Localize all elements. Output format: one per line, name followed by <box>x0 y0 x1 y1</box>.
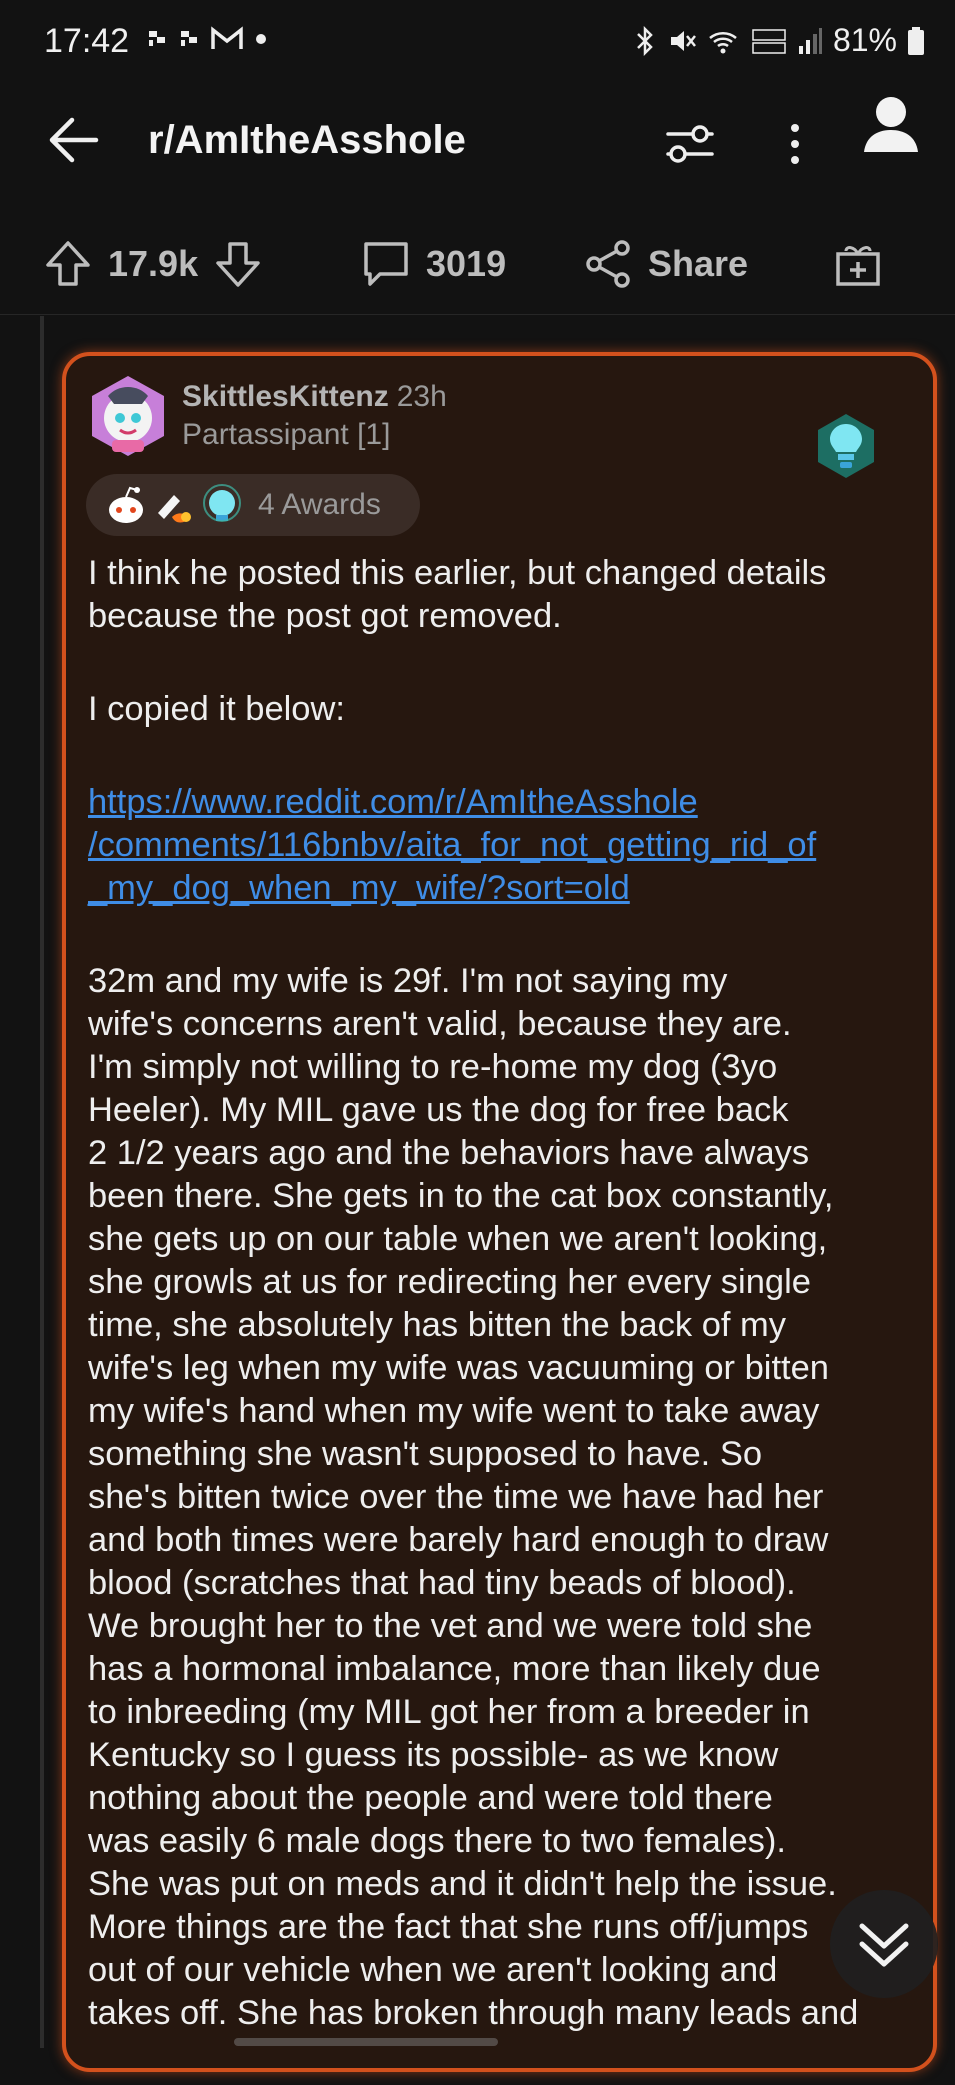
gmail-icon <box>211 26 243 49</box>
lightbulb-badge-icon <box>818 414 874 478</box>
battery-icon <box>908 26 924 55</box>
comment-age: 23h <box>396 380 447 413</box>
avatar[interactable] <box>86 374 170 458</box>
notification-icons <box>146 26 268 52</box>
profile-icon[interactable] <box>858 92 924 158</box>
text-line: something she wasn't supposed to have. S… <box>88 1435 763 1473</box>
text-line: to inbreeding (my MIL got her from a bre… <box>88 1693 810 1731</box>
highlighted-comment: SkittlesKittenz 23h Partassipant [1] 4 Aw… <box>62 352 937 2072</box>
link-line[interactable]: _my_dog_when_my_wife/?sort=old <box>88 867 918 910</box>
link-line[interactable]: https://www.reddit.com/r/AmItheAsshole <box>88 781 918 824</box>
text-line: 2 1/2 years ago and the behaviors have a… <box>88 1134 810 1172</box>
comments-button[interactable]: 3019 <box>360 238 506 290</box>
home-indicator <box>234 2038 498 2046</box>
text-line: time, she absolutely has bitten the back… <box>88 1306 787 1344</box>
text-line: out of our vehicle when we aren't lookin… <box>88 1951 778 1989</box>
filter-icon[interactable] <box>660 114 720 174</box>
text-line: wife's concerns aren't valid, because th… <box>88 1005 792 1043</box>
mute-icon <box>670 30 696 51</box>
status-time: 17:42 <box>44 22 130 60</box>
link-line[interactable]: /comments/116bnbv/aita_for_not_getting_r… <box>88 824 918 867</box>
chevron-double-down-icon <box>859 1923 909 1967</box>
awards-summary[interactable]: 4 Awards <box>86 474 420 536</box>
text-line: blood (scratches that had tiny beads of … <box>88 1564 796 1602</box>
text-line: has a hormonal imbalance, more than like… <box>88 1650 821 1688</box>
scroll-to-next-button[interactable] <box>830 1890 938 1998</box>
chat-icon <box>181 31 197 46</box>
wifi-6-icon <box>709 31 737 53</box>
text-line: been there. She gets in to the cat box c… <box>88 1177 834 1215</box>
chat-icon <box>149 31 165 46</box>
comment-body: I think he posted this earlier, but chan… <box>88 552 918 2085</box>
text-line: she's bitten twice over the time we have… <box>88 1478 824 1516</box>
thread-line <box>40 316 44 2048</box>
text-line: I copied it below: <box>88 690 345 728</box>
bluetooth-icon <box>637 25 653 56</box>
text-line: More things are the fact that she runs o… <box>88 1908 809 1946</box>
downvote-icon[interactable] <box>212 238 264 290</box>
vote-group: 17.9k <box>42 238 264 290</box>
text-line: I think he posted this earlier, but chan… <box>88 554 827 592</box>
battery-percent: 81% <box>832 22 897 58</box>
text-line: She was put on meds and it didn't help t… <box>88 1865 837 1903</box>
snoo-award-icon <box>109 486 143 523</box>
text-line: Heeler). My MIL gave us the dog for free… <box>88 1091 789 1129</box>
text-line: 32m and my wife is 29f. I'm not saying m… <box>88 962 728 1000</box>
volte-icon <box>752 28 786 54</box>
comment-count: 3019 <box>426 243 507 284</box>
back-arrow-icon[interactable] <box>44 110 104 170</box>
user-flair: Partassipant [1] <box>182 418 391 451</box>
text-line: because the post got removed. <box>88 597 562 635</box>
text-line: wife's leg when my wife was vacuuming or… <box>88 1349 829 1387</box>
reddit-link[interactable]: https://www.reddit.com/r/AmItheAsshole /… <box>88 781 918 910</box>
comment-author[interactable]: SkittlesKittenz 23h <box>182 380 447 414</box>
author-name[interactable]: SkittlesKittenz <box>182 380 389 413</box>
text-line: my wife's hand when my wife went to take… <box>88 1392 820 1430</box>
upvote-icon[interactable] <box>42 238 94 290</box>
system-icons: 81% <box>633 22 925 59</box>
rocket-like-award-icon <box>158 495 191 523</box>
comment-icon <box>364 242 408 286</box>
text-line: and both times were barely hard enough t… <box>88 1521 829 1559</box>
story-paragraph: 32m and my wife is 29f. I'm not saying m… <box>88 960 918 2035</box>
post-action-bar: 17.9k 3019 Share <box>0 212 955 315</box>
share-label: Share <box>648 243 749 284</box>
awards-count: 4 Awards <box>258 488 381 521</box>
text-line: We brought her to the vet and we were to… <box>88 1607 813 1645</box>
paragraph: I copied it below: <box>88 688 918 731</box>
gift-icon <box>836 246 880 286</box>
subreddit-title[interactable]: r/AmItheAsshole <box>148 118 466 163</box>
text-line: she growls at us for redirecting her eve… <box>88 1263 811 1301</box>
share-icon <box>586 240 630 288</box>
text-line: Kentucky so I guess its possible- as we … <box>88 1736 779 1774</box>
more-vertical-icon[interactable] <box>780 114 810 174</box>
signal-icon <box>798 27 822 54</box>
share-button[interactable]: Share <box>582 238 748 290</box>
paragraph: I think he posted this earlier, but chan… <box>88 552 918 638</box>
award-button[interactable] <box>832 238 884 290</box>
text-line: was easily 6 male dogs there to two fema… <box>88 1822 786 1860</box>
status-bar: 17:42 81% <box>0 0 955 84</box>
text-line: takes off. She has broken through many l… <box>88 1994 859 2032</box>
text-line: I'm simply not willing to re-home my dog… <box>88 1048 778 1086</box>
dot-icon <box>256 34 266 44</box>
app-header: r/AmItheAsshole <box>0 84 955 213</box>
upvote-count: 17.9k <box>108 243 199 284</box>
text-line: she gets up on our table when we aren't … <box>88 1220 828 1258</box>
text-line: nothing about the people and were told t… <box>88 1779 773 1817</box>
lightbulb-award-icon <box>203 484 241 522</box>
